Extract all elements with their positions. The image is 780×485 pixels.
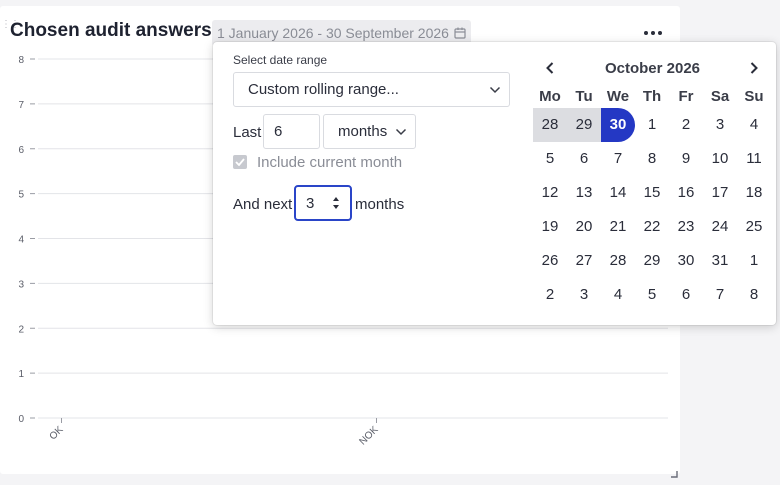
- calendar-day[interactable]: 5: [533, 142, 567, 176]
- weekday-header: Fr: [678, 88, 694, 105]
- calendar-day[interactable]: 10: [703, 142, 737, 176]
- calendar-day[interactable]: 20: [567, 210, 601, 244]
- calendar-day[interactable]: 3: [703, 108, 737, 142]
- last-unit-value: months: [338, 123, 388, 140]
- last-count-input[interactable]: 6: [263, 114, 320, 149]
- and-next-label: And next: [233, 196, 293, 213]
- calendar-day[interactable]: 25: [737, 210, 771, 244]
- calendar-day[interactable]: 24: [703, 210, 737, 244]
- calendar-day[interactable]: 19: [533, 210, 567, 244]
- calendar-day[interactable]: 26: [533, 244, 567, 278]
- calendar-day[interactable]: 13: [567, 176, 601, 210]
- calendar-day[interactable]: 6: [669, 278, 703, 312]
- checkmark-icon: [235, 158, 245, 166]
- calendar-day[interactable]: 9: [669, 142, 703, 176]
- calendar-day[interactable]: 7: [703, 278, 737, 312]
- calendar-day[interactable]: 16: [669, 176, 703, 210]
- y-tick-label: 3: [18, 279, 24, 290]
- chevron-down-icon: [395, 128, 407, 135]
- y-tick-label: 4: [18, 235, 24, 246]
- calendar-day[interactable]: 29: [567, 108, 601, 142]
- calendar-day[interactable]: 12: [533, 176, 567, 210]
- calendar-day[interactable]: 28: [601, 244, 635, 278]
- calendar-day[interactable]: 11: [737, 142, 771, 176]
- next-unit-label: months: [355, 196, 405, 213]
- calendar-month-label: October 2026: [604, 60, 701, 77]
- last-unit-select[interactable]: months: [323, 114, 416, 149]
- x-tick-label: NOK: [358, 424, 381, 447]
- y-tick-label: 8: [18, 55, 24, 66]
- y-tick-label: 0: [18, 414, 24, 425]
- y-tick-label: 2: [18, 324, 24, 335]
- weekday-header: Tu: [575, 88, 593, 105]
- chevron-left-icon[interactable]: [541, 58, 559, 78]
- weekday-header: Mo: [539, 88, 561, 105]
- calendar-day-selected[interactable]: 30: [601, 108, 635, 142]
- calendar-day[interactable]: 1: [737, 244, 771, 278]
- x-tick-label: OK: [48, 424, 66, 442]
- calendar-day[interactable]: 2: [669, 108, 703, 142]
- next-count-value: 3: [306, 194, 315, 212]
- weekday-header: Su: [744, 88, 764, 105]
- y-tick-label: 7: [18, 100, 24, 111]
- calendar-day[interactable]: 8: [635, 142, 669, 176]
- calendar-day[interactable]: 30: [669, 244, 703, 278]
- calendar-day[interactable]: 17: [703, 176, 737, 210]
- chevron-right-icon[interactable]: [745, 58, 763, 78]
- calendar-day[interactable]: 1: [635, 108, 669, 142]
- calendar-day[interactable]: 22: [635, 210, 669, 244]
- y-tick-label: 1: [18, 369, 24, 380]
- calendar-day[interactable]: 28: [533, 108, 567, 142]
- calendar-day[interactable]: 14: [601, 176, 635, 210]
- date-range-popover: Select date range Custom rolling range..…: [213, 42, 776, 325]
- calendar-day[interactable]: 23: [669, 210, 703, 244]
- weekday-header: Th: [642, 88, 662, 105]
- calendar-day[interactable]: 15: [635, 176, 669, 210]
- calendar-day[interactable]: 4: [737, 108, 771, 142]
- last-label: Last: [233, 124, 262, 141]
- calendar-day[interactable]: 4: [601, 278, 635, 312]
- y-tick-label: 6: [18, 145, 24, 156]
- select-date-range-label: Select date range: [233, 53, 328, 67]
- chevron-down-icon: [489, 86, 501, 93]
- calendar-day[interactable]: 21: [601, 210, 635, 244]
- range-mode-select[interactable]: Custom rolling range...: [233, 72, 510, 107]
- stepper-icon[interactable]: [331, 194, 341, 212]
- calendar-day[interactable]: 7: [601, 142, 635, 176]
- range-mode-value: Custom rolling range...: [248, 81, 399, 98]
- calendar-day[interactable]: 2: [533, 278, 567, 312]
- next-count-input[interactable]: 3: [294, 185, 352, 221]
- include-current-label: Include current month: [257, 154, 403, 171]
- y-tick-label: 5: [18, 190, 24, 201]
- calendar-day[interactable]: 31: [703, 244, 737, 278]
- calendar-day[interactable]: 8: [737, 278, 771, 312]
- calendar-grid: Mo Tu We Th Fr Sa Su 28 29 30 1 2 3 4 5 6 7 8 9 10 11 12 13 14 1…: [533, 86, 771, 312]
- calendar-day[interactable]: 29: [635, 244, 669, 278]
- calendar-day[interactable]: 3: [567, 278, 601, 312]
- calendar-day[interactable]: 6: [567, 142, 601, 176]
- last-count-value: 6: [274, 123, 283, 140]
- include-current-checkbox[interactable]: [233, 155, 247, 169]
- calendar-day[interactable]: 27: [567, 244, 601, 278]
- weekday-header: We: [606, 88, 630, 105]
- weekday-header: Sa: [710, 88, 730, 105]
- calendar-day[interactable]: 18: [737, 176, 771, 210]
- calendar-day[interactable]: 5: [635, 278, 669, 312]
